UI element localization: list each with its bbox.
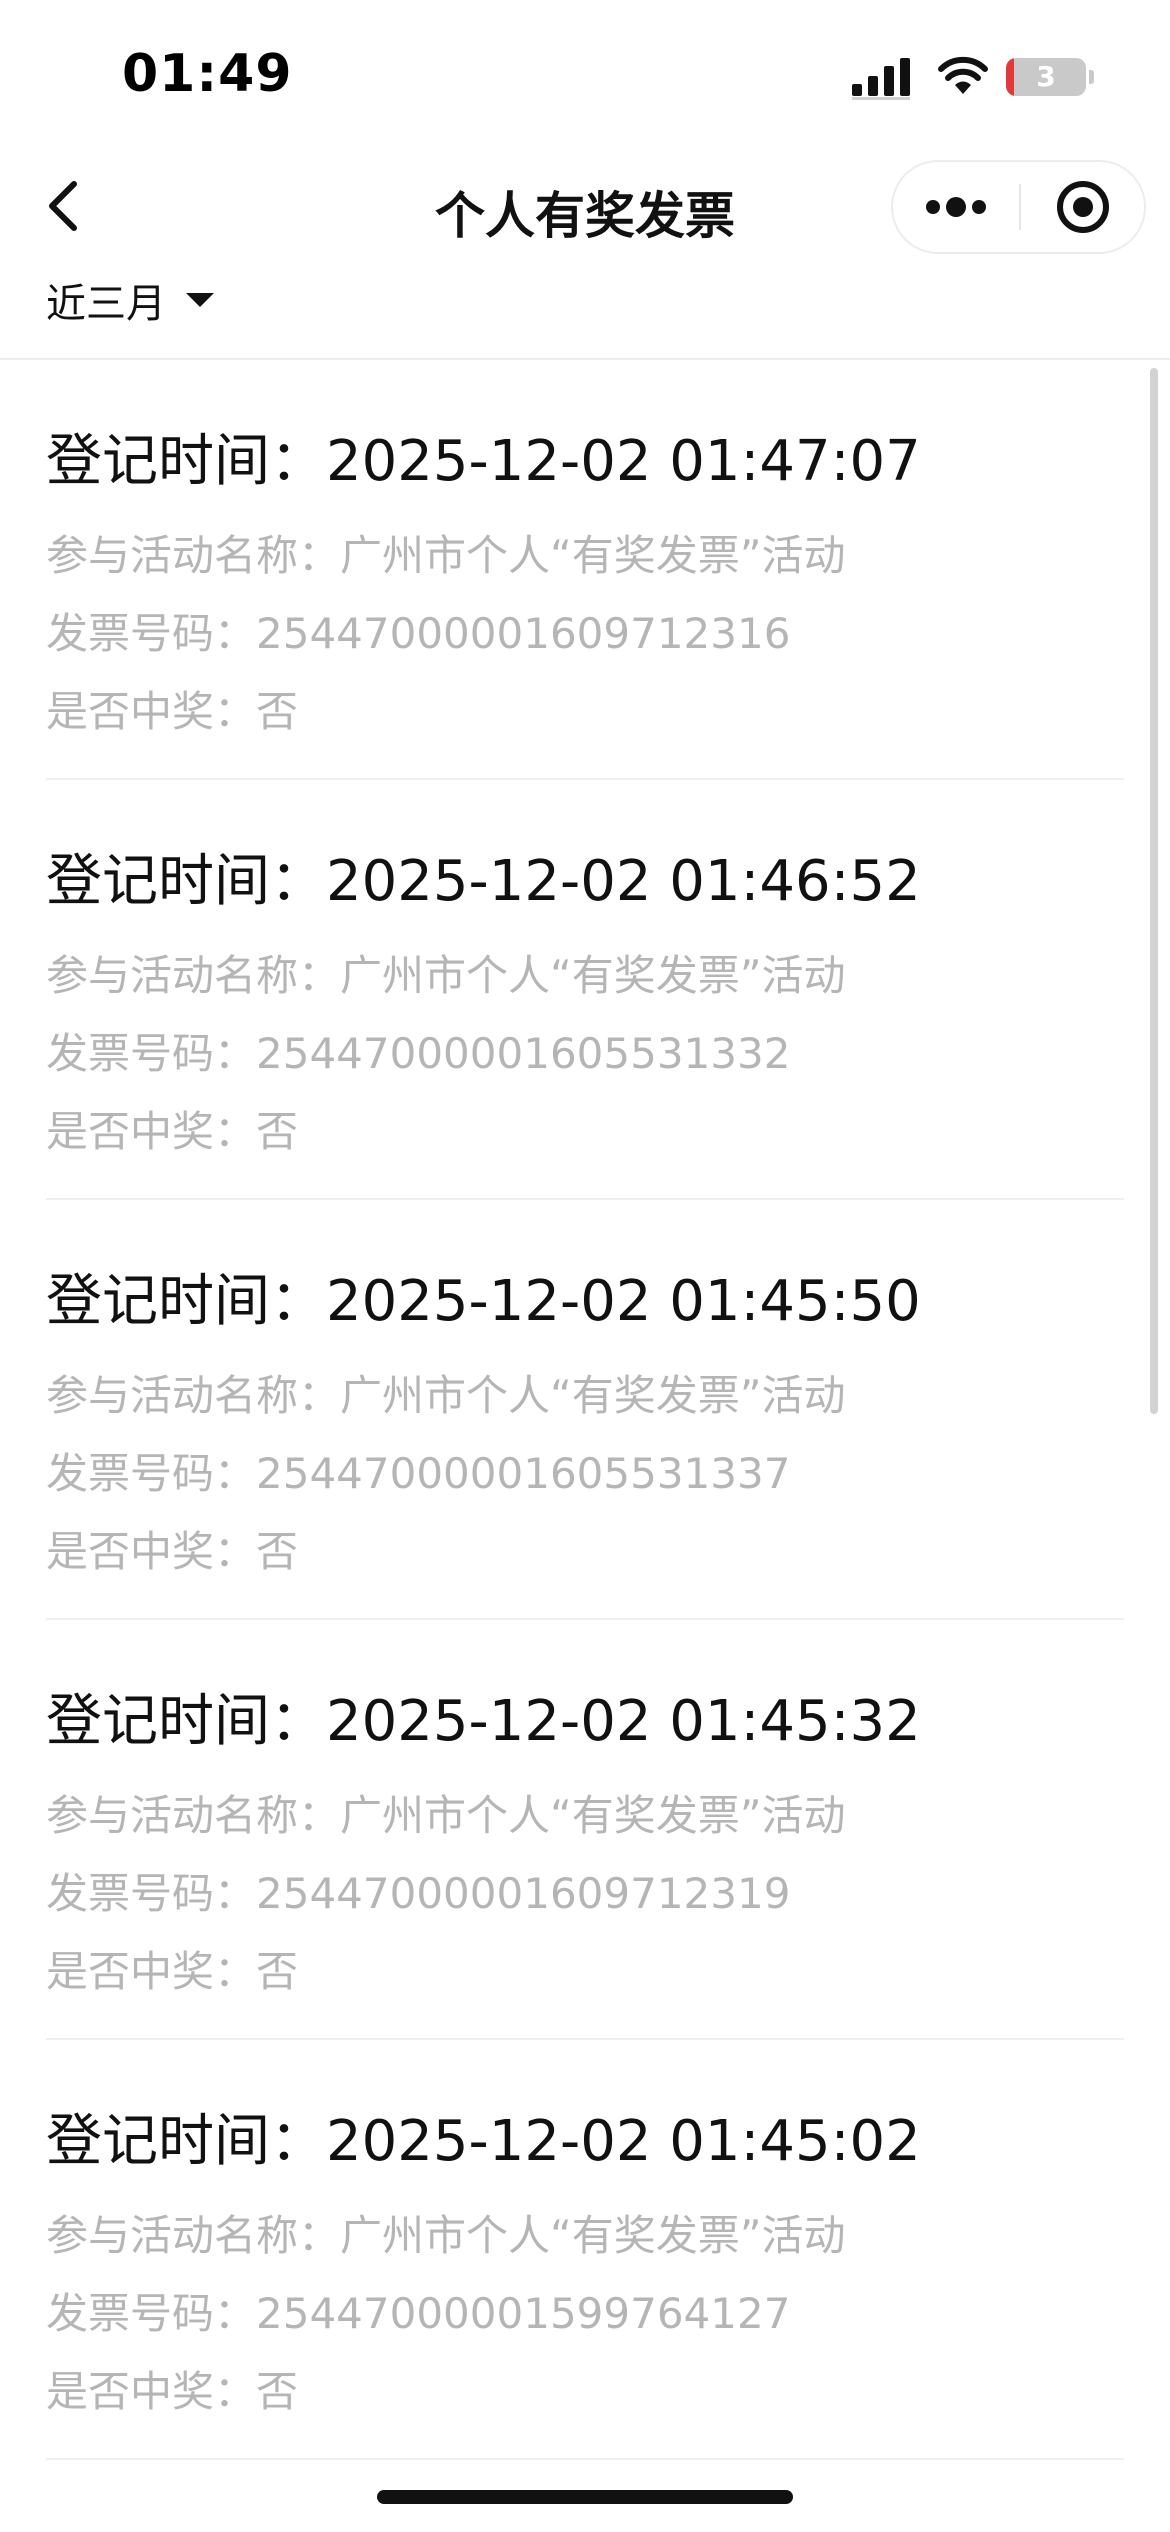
battery-icon: 3 xyxy=(1006,58,1086,96)
registration-time: 登记时间：2025-12-02 01:45:32 xyxy=(46,1689,921,1754)
invoice-number: 发票号码：25447000001609712316 xyxy=(46,609,791,658)
list-item[interactable]: 登记时间：2025-12-02 01:45:50 参与活动名称：广州市个人“有奖… xyxy=(46,1200,1124,1620)
prize-status: 是否中奖：否 xyxy=(46,1527,299,1576)
prize-status: 是否中奖：否 xyxy=(46,1107,299,1156)
registration-time: 登记时间：2025-12-02 01:45:02 xyxy=(46,2109,921,2174)
date-range-filter[interactable]: 近三月 xyxy=(46,270,214,330)
invoice-number: 发票号码：25447000001605531337 xyxy=(46,1449,791,1498)
prize-status: 是否中奖：否 xyxy=(46,1947,299,1996)
home-indicator[interactable] xyxy=(377,2490,793,2504)
prize-status: 是否中奖：否 xyxy=(46,687,299,736)
invoice-number: 发票号码：25447000001599764127 xyxy=(46,2289,791,2338)
nav-bar: 个人有奖发票 xyxy=(0,150,1170,262)
registration-time: 登记时间：2025-12-02 01:47:07 xyxy=(46,429,921,494)
target-close-icon xyxy=(1057,181,1109,233)
list-item[interactable]: 登记时间：2025-12-02 01:45:02 参与活动名称：广州市个人“有奖… xyxy=(46,2040,1124,2460)
activity-name: 参与活动名称：广州市个人“有奖发票”活动 xyxy=(46,531,846,580)
activity-name: 参与活动名称：广州市个人“有奖发票”活动 xyxy=(46,1371,846,1420)
cellular-signal-icon xyxy=(852,56,916,104)
activity-name: 参与活动名称：广州市个人“有奖发票”活动 xyxy=(46,2211,846,2260)
invoice-record-list: 登记时间：2025-12-02 01:47:07 参与活动名称：广州市个人“有奖… xyxy=(0,360,1170,2460)
more-button[interactable] xyxy=(893,162,1019,252)
registration-time: 登记时间：2025-12-02 01:46:52 xyxy=(46,849,921,914)
list-item[interactable]: 登记时间：2025-12-02 01:47:07 参与活动名称：广州市个人“有奖… xyxy=(46,360,1124,780)
filter-label: 近三月 xyxy=(46,281,166,327)
battery-cap xyxy=(1089,70,1094,84)
status-bar: 01:49 3 xyxy=(0,0,1170,150)
registration-time: 登记时间：2025-12-02 01:45:50 xyxy=(46,1269,921,1334)
close-mini-program-button[interactable] xyxy=(1021,162,1144,252)
battery-level: 3 xyxy=(1036,60,1056,93)
invoice-number: 发票号码：25447000001605531332 xyxy=(46,1029,791,1078)
mini-program-capsule xyxy=(891,160,1146,254)
scrollbar[interactable] xyxy=(1150,368,1158,1414)
caret-down-icon xyxy=(186,293,214,307)
status-time: 01:49 xyxy=(122,44,293,104)
list-item[interactable]: 登记时间：2025-12-02 01:45:32 参与活动名称：广州市个人“有奖… xyxy=(46,1620,1124,2040)
invoice-number: 发票号码：25447000001609712319 xyxy=(46,1869,791,1918)
more-dots-icon xyxy=(926,197,986,217)
list-item[interactable]: 登记时间：2025-12-02 01:46:52 参与活动名称：广州市个人“有奖… xyxy=(46,780,1124,1200)
prize-status: 是否中奖：否 xyxy=(46,2367,299,2416)
screen: 01:49 3 个人有奖发票 近三月 登记时间：2025-12-02 01:47… xyxy=(0,0,1170,2532)
activity-name: 参与活动名称：广州市个人“有奖发票”活动 xyxy=(46,951,846,1000)
wifi-icon xyxy=(936,54,990,100)
activity-name: 参与活动名称：广州市个人“有奖发票”活动 xyxy=(46,1791,846,1840)
